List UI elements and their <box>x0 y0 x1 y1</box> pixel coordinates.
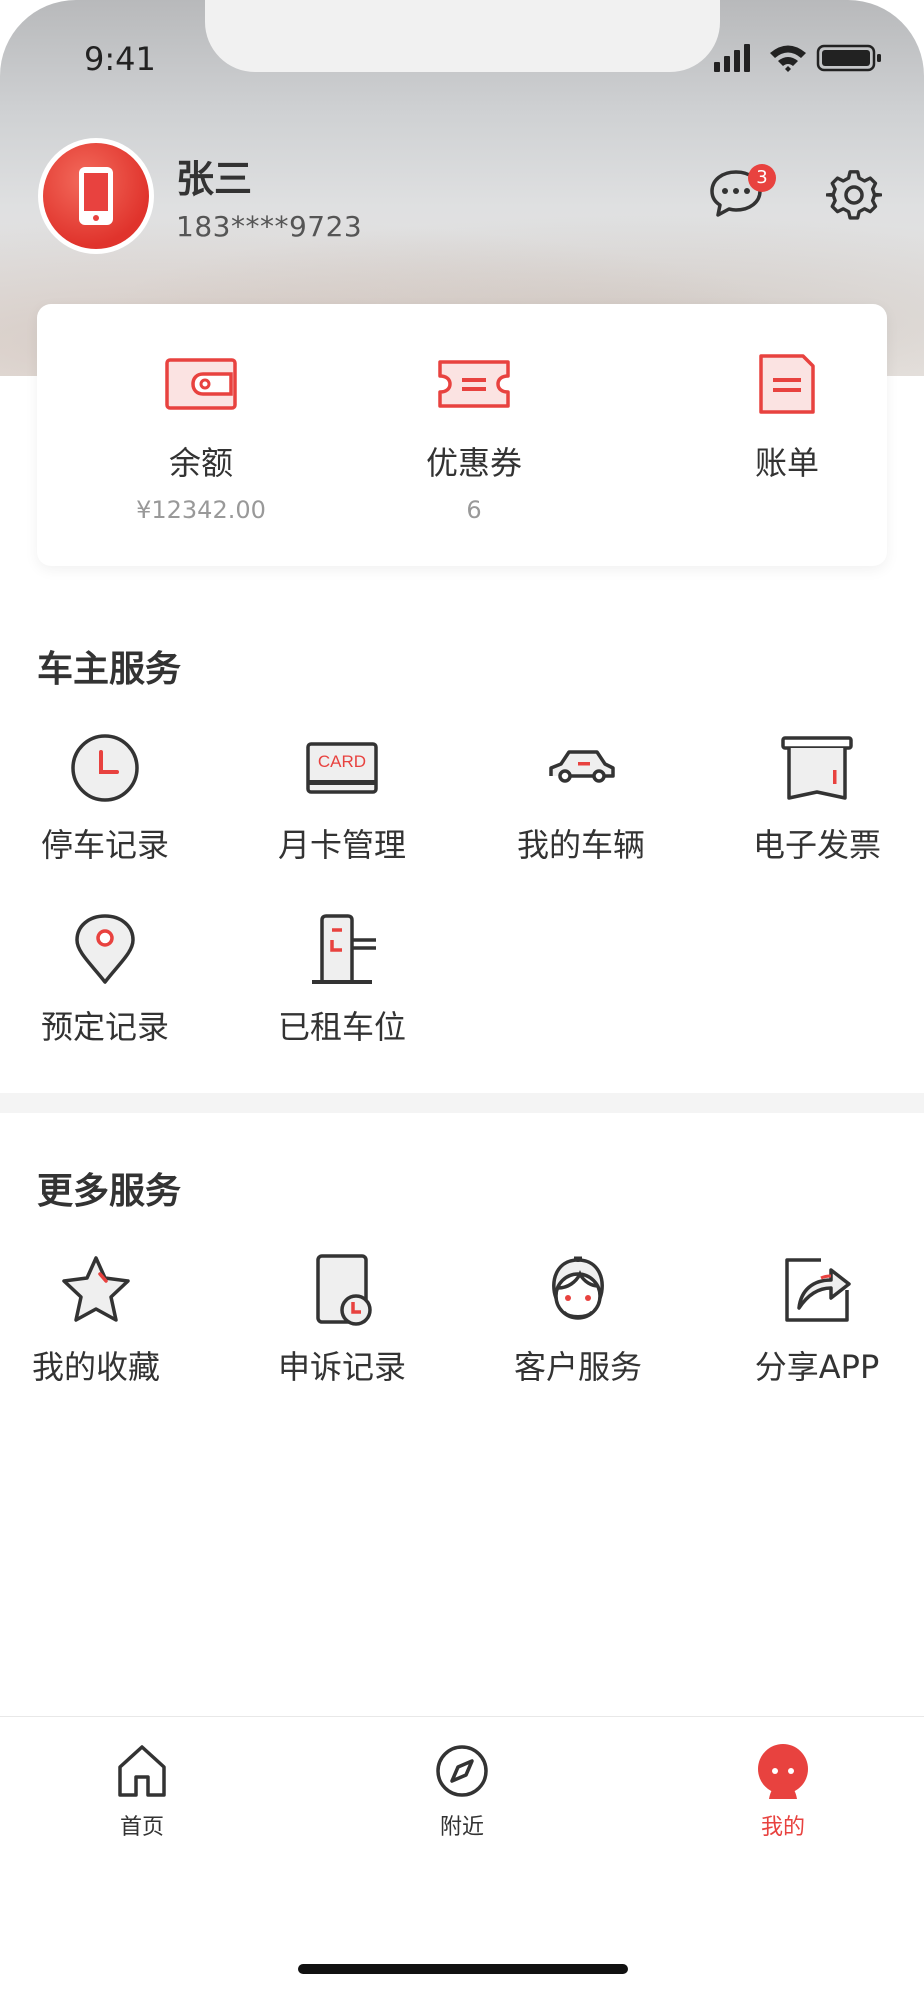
phone-screen: 9:41 张三 183****9723 3 余额 ¥12342.00 优惠券 6… <box>0 0 924 2000</box>
status-icons <box>714 44 881 72</box>
signal-icon <box>714 44 750 72</box>
service-my-favorites[interactable]: 我的收藏 <box>6 1254 186 1394</box>
wallet-balance-value: ¥12342.00 <box>136 496 266 524</box>
wallet-coupon-value: 6 <box>466 496 482 524</box>
service-reservation-record[interactable]: 预定记录 <box>15 914 195 1054</box>
wallet-balance-label: 余额 <box>168 444 233 482</box>
service-monthly-card[interactable]: CARD 月卡管理 <box>252 732 432 872</box>
coupon-icon <box>438 360 510 408</box>
compass-icon <box>436 1745 488 1797</box>
user-phone: 183****9723 <box>176 210 363 243</box>
card-icon: CARD <box>306 742 378 794</box>
service-label: 月卡管理 <box>277 826 406 864</box>
wallet-balance[interactable]: 余额 ¥12342.00 <box>101 304 301 566</box>
tab-home[interactable]: 首页 <box>62 1729 222 1840</box>
wallet-bill[interactable]: 账单 <box>687 304 887 566</box>
service-my-vehicle[interactable]: 我的车辆 <box>491 732 671 872</box>
tab-home-label: 首页 <box>119 1815 164 1840</box>
tab-bar: 首页 附近 我的 <box>0 1716 924 2000</box>
service-label: 我的收藏 <box>31 1348 160 1386</box>
tab-nearby-label: 附近 <box>439 1815 484 1840</box>
screen-notch <box>205 0 720 72</box>
service-appeal-record[interactable]: 申诉记录 <box>252 1254 432 1394</box>
service-label: 客户服务 <box>513 1348 642 1386</box>
avatar[interactable] <box>38 138 154 254</box>
status-time: 9:41 <box>84 40 156 78</box>
share-icon <box>785 1258 851 1322</box>
clock-icon <box>71 734 139 802</box>
service-label: 我的车辆 <box>516 826 645 864</box>
unread-badge: 3 <box>748 164 776 192</box>
parking-gate-icon <box>312 914 376 984</box>
home-icon <box>118 1745 166 1797</box>
section-divider <box>0 1093 924 1113</box>
service-e-invoice[interactable]: 电子发票 <box>727 732 907 872</box>
service-label: 申诉记录 <box>277 1348 406 1386</box>
service-rented-space[interactable]: 已租车位 <box>252 914 432 1054</box>
tab-mine[interactable]: 我的 <box>703 1729 863 1840</box>
profile-icon <box>758 1744 808 1799</box>
star-icon <box>62 1256 130 1322</box>
bill-icon <box>759 354 815 414</box>
tab-mine-label: 我的 <box>760 1815 805 1840</box>
more-services-title: 更多服务 <box>37 1171 182 1212</box>
wifi-icon <box>770 45 806 72</box>
location-pin-icon <box>75 914 135 984</box>
service-customer-service[interactable]: 客户服务 <box>488 1254 668 1394</box>
card-icon-text: CARD <box>318 752 366 771</box>
invoice-icon <box>781 736 853 800</box>
wallet-card: 余额 ¥12342.00 优惠券 6 账单 <box>37 304 887 566</box>
wallet-bill-label: 账单 <box>754 444 819 482</box>
battery-icon <box>816 44 881 72</box>
phone-icon <box>79 167 113 225</box>
customer-service-icon <box>552 1256 604 1320</box>
tab-nearby[interactable]: 附近 <box>382 1729 542 1840</box>
gear-icon[interactable] <box>826 168 882 224</box>
service-parking-record[interactable]: 停车记录 <box>15 732 195 872</box>
appeal-record-icon <box>316 1254 372 1326</box>
wallet-icon <box>165 358 237 410</box>
user-name: 张三 <box>176 157 253 201</box>
service-label: 预定记录 <box>40 1008 169 1046</box>
avatar-image <box>43 143 149 249</box>
home-indicator <box>298 1964 628 1974</box>
service-label: 电子发票 <box>752 826 881 864</box>
service-share-app[interactable]: 分享APP <box>727 1254 907 1394</box>
service-label: 已租车位 <box>277 1008 406 1046</box>
service-label: 停车记录 <box>40 826 169 864</box>
car-icon <box>549 750 615 783</box>
wallet-coupon-label: 优惠券 <box>425 444 522 482</box>
wallet-coupon[interactable]: 优惠券 6 <box>374 304 574 566</box>
owner-services-title: 车主服务 <box>37 649 182 690</box>
service-label: 分享APP <box>754 1348 880 1386</box>
